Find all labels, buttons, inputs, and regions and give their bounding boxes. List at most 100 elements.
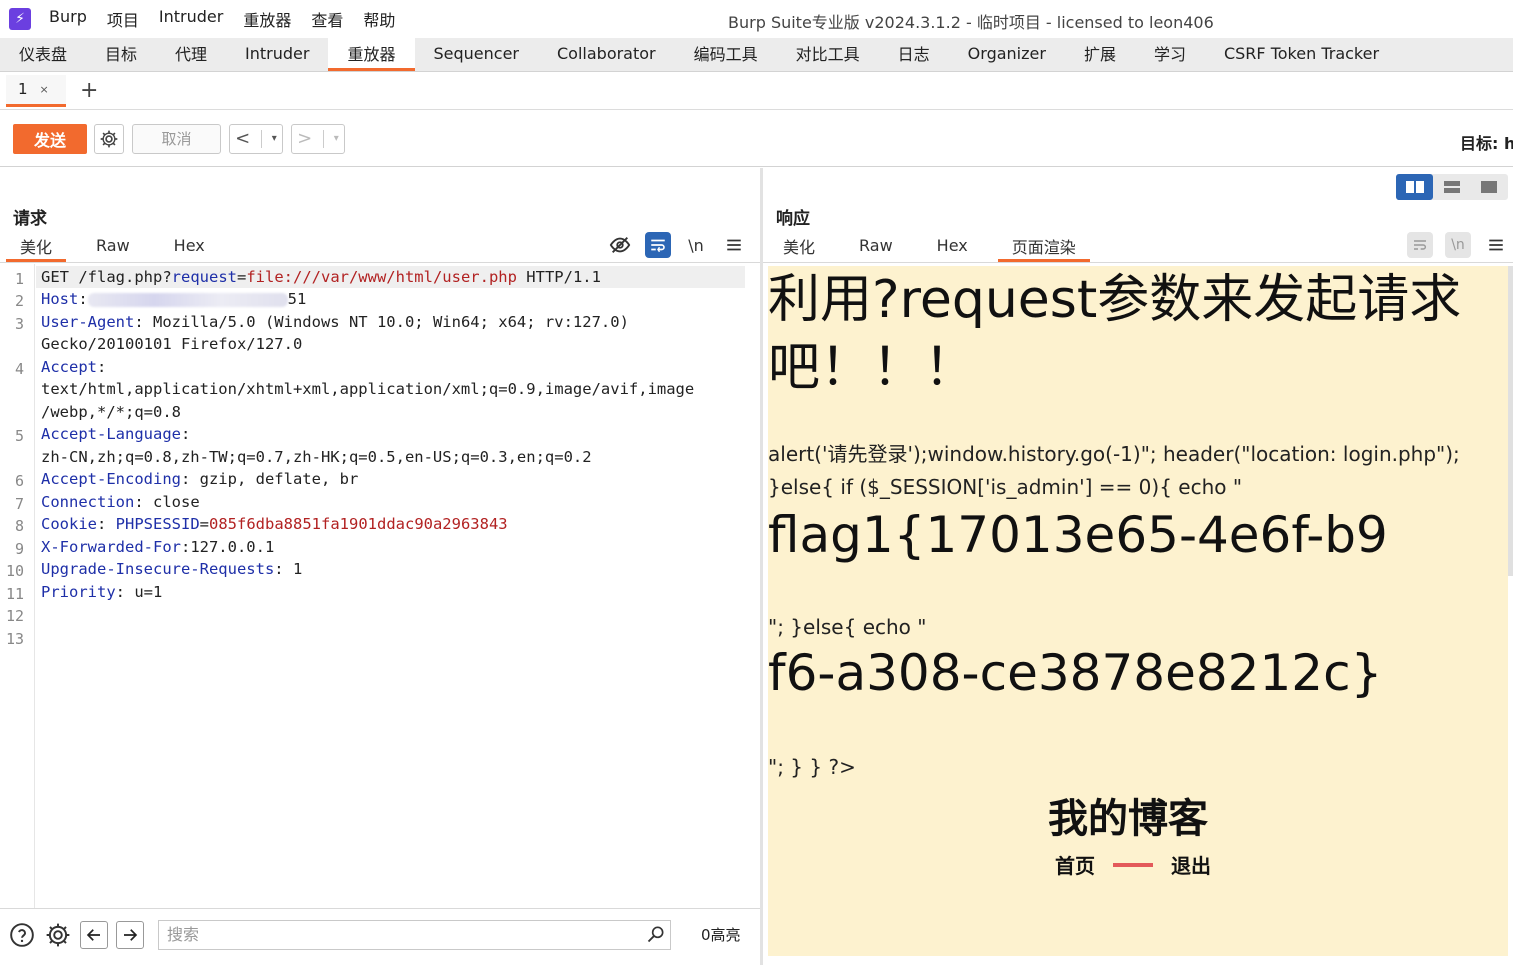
code-line-connection: Connection: close [41, 493, 200, 511]
response-subtabs: 美化 Raw Hex 页面渲染 [769, 232, 1106, 262]
menu-intruder[interactable]: Intruder [159, 7, 223, 31]
code-line-upgrade-insecure: Upgrade-Insecure-Requests: 1 [41, 560, 302, 578]
tab-csrf-token-tracker[interactable]: CSRF Token Tracker [1205, 38, 1398, 71]
chevron-down-icon[interactable]: ▾ [334, 133, 339, 144]
menu-icon[interactable] [721, 232, 747, 258]
back-button[interactable]: < ▾ [229, 123, 283, 154]
render-nav-logout-link[interactable]: 退出 [1171, 850, 1211, 879]
header-value: : gzip, deflate, br [180, 470, 359, 488]
arrow-right-icon [124, 928, 138, 941]
word-wrap-icon[interactable] [645, 232, 671, 258]
code-text: = [199, 515, 210, 533]
chevron-down-icon[interactable]: ▾ [272, 133, 277, 144]
code-text: : [180, 425, 191, 443]
line-gutter: 1 2 3 4 5 6 7 8 9 10 11 12 13 [0, 264, 35, 908]
word-wrap-icon[interactable] [1407, 232, 1433, 258]
arrow-left-icon [86, 928, 100, 941]
cancel-button[interactable]: 取消 [132, 123, 221, 154]
header-key: X-Forwarded-For [41, 538, 181, 556]
layout-stacked-button[interactable] [1433, 174, 1470, 200]
gear-icon [46, 923, 70, 946]
code-line-accept-language-cont: zh-CN,zh;q=0.8,zh-TW;q=0.7,zh-HK;q=0.5,e… [41, 448, 592, 466]
code-text: 51 [287, 290, 307, 308]
hide-icon[interactable] [607, 232, 633, 258]
search-input[interactable] [158, 919, 671, 950]
layout-single-button[interactable] [1471, 174, 1508, 200]
chevron-right-icon: > [297, 128, 313, 149]
menu-help[interactable]: 帮助 [363, 7, 395, 31]
window-title: Burp Suite专业版 v2024.3.1.2 - 临时项目 - licen… [728, 13, 1214, 32]
tab-target[interactable]: 目标 [86, 38, 156, 71]
header-value: : 1 [274, 560, 303, 578]
menu-project[interactable]: 项目 [107, 7, 139, 31]
line-number: 1 [14, 270, 24, 288]
tab-organizer[interactable]: Organizer [949, 38, 1065, 71]
newline-toggle[interactable]: \n [1445, 232, 1471, 258]
code-line-accept-language: Accept-Language: [41, 425, 190, 443]
tab-sequencer[interactable]: Sequencer [415, 38, 539, 71]
search-bar: 0高亮 [0, 908, 760, 960]
response-tab-raw[interactable]: Raw [845, 232, 907, 262]
tab-logger[interactable]: 日志 [879, 38, 949, 71]
tab-intruder[interactable]: Intruder [226, 38, 328, 71]
send-button[interactable]: 发送 [13, 123, 87, 154]
search-next-button[interactable] [116, 920, 144, 949]
code-line-user-agent: User-Agent: Mozilla/5.0 (Windows NT 10.0… [41, 313, 629, 331]
menu-burp[interactable]: Burp [49, 7, 87, 31]
render-code-text: "; }else{ echo " [768, 615, 927, 639]
forward-button[interactable]: > ▾ [291, 123, 345, 154]
repeater-tab-bar: 1 × + [0, 72, 1513, 110]
render-scrollbar[interactable] [1508, 266, 1513, 576]
response-title: 响应 [776, 209, 810, 229]
menu-repeater[interactable]: 重放器 [243, 7, 291, 31]
tab-decoder[interactable]: 编码工具 [675, 38, 777, 71]
header-value: : u=1 [115, 583, 163, 601]
header-value: : Mozilla/5.0 (Windows NT 10.0; Win64; x… [134, 313, 629, 331]
response-tab-hex[interactable]: Hex [923, 232, 982, 262]
tab-dashboard[interactable]: 仪表盘 [0, 38, 86, 71]
layout-side-by-side-button[interactable] [1396, 174, 1434, 200]
search-icon[interactable] [646, 924, 666, 944]
settings-button[interactable] [94, 123, 124, 154]
target-label[interactable]: 目标: h [1460, 130, 1513, 154]
menu-items: Burp 项目 Intruder 重放器 查看 帮助 [49, 7, 415, 31]
request-tab-raw[interactable]: Raw [82, 232, 144, 262]
render-blog-title: 我的博客 [1048, 796, 1208, 842]
response-tab-pretty[interactable]: 美化 [769, 232, 829, 262]
main-tab-bar: 仪表盘 目标 代理 Intruder 重放器 Sequencer Collabo… [0, 38, 1513, 72]
tab-extensions[interactable]: 扩展 [1065, 38, 1135, 71]
divider [0, 262, 760, 263]
highlight-count: 0高亮 [701, 926, 741, 944]
menu-view[interactable]: 查看 [311, 7, 343, 31]
repeater-tab-1[interactable]: 1 × [6, 74, 66, 107]
help-button[interactable] [8, 921, 36, 949]
tab-learn[interactable]: 学习 [1135, 38, 1205, 71]
tab-repeater[interactable]: 重放器 [328, 38, 415, 71]
code-line-request: GET /flag.php?request=file:///var/www/ht… [41, 268, 601, 286]
redacted-host [87, 292, 288, 307]
menu-icon[interactable] [1483, 232, 1509, 258]
line-number: 6 [14, 472, 24, 490]
response-tool-icons: \n [1395, 232, 1509, 258]
request-tab-hex[interactable]: Hex [160, 232, 219, 262]
tab-proxy[interactable]: 代理 [156, 38, 226, 71]
tab-comparer[interactable]: 对比工具 [777, 38, 879, 71]
columns-icon [1405, 181, 1424, 193]
code-text: = [236, 268, 247, 286]
window-icon [1481, 181, 1498, 193]
render-code-text: alert('请先登录');window.history.go(-1)"; he… [768, 442, 1460, 499]
search-settings-button[interactable] [44, 921, 72, 949]
tab-collaborator[interactable]: Collaborator [538, 38, 675, 71]
request-editor[interactable]: 1 2 3 4 5 6 7 8 9 10 11 12 13 GET /flag.… [0, 264, 760, 908]
header-key: User-Agent [41, 313, 135, 331]
code-line-x-forwarded-for: X-Forwarded-For:127.0.0.1 [41, 538, 274, 556]
response-tab-render[interactable]: 页面渲染 [997, 232, 1090, 262]
gear-icon [100, 130, 118, 147]
render-nav-home-link[interactable]: 首页 [1055, 850, 1095, 879]
add-tab-button[interactable]: + [80, 78, 98, 103]
close-icon[interactable]: × [40, 83, 49, 96]
search-prev-button[interactable] [80, 920, 108, 949]
newline-toggle[interactable]: \n [683, 232, 709, 258]
request-tab-pretty[interactable]: 美化 [6, 232, 67, 262]
code-line-user-agent-cont: Gecko/20100101 Firefox/127.0 [41, 335, 303, 353]
